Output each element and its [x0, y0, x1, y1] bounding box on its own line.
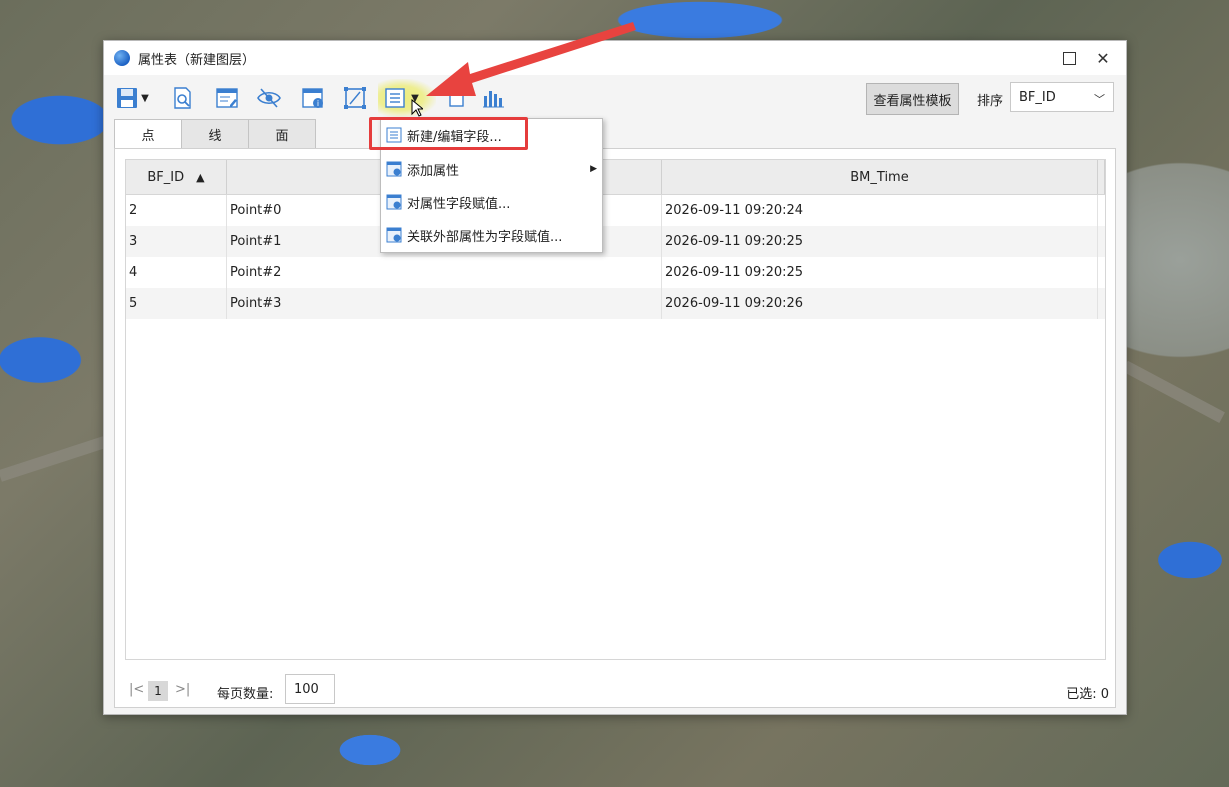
select-box-icon — [344, 87, 366, 109]
save-icon — [117, 88, 137, 108]
select-box-button[interactable] — [342, 85, 368, 111]
per-page-label: 每页数量: — [217, 687, 274, 702]
hide-field-button[interactable] — [256, 85, 282, 111]
cell-bm-time[interactable]: 2026-09-11 09:20:25 — [662, 226, 1098, 257]
table-row[interactable]: 4 Point#2 2026-09-11 09:20:25 — [126, 257, 1105, 288]
cell-bf-id[interactable]: 3 — [126, 226, 227, 257]
mouse-cursor-icon — [410, 99, 424, 117]
cell-bm-time[interactable]: 2026-09-11 09:20:25 — [662, 257, 1098, 288]
selected-count: 已选: 0 — [1066, 687, 1109, 702]
sort-field-value: BF_ID — [1019, 89, 1056, 105]
maximize-icon — [1062, 51, 1076, 65]
tab-line[interactable]: 线 — [181, 119, 249, 148]
column-header-label: BM_Time — [850, 169, 909, 185]
menu-item-join-external-attribute[interactable]: 关联外部属性为字段赋值... — [381, 221, 602, 249]
view-attribute-template-button[interactable]: 查看属性模板 — [866, 83, 959, 115]
tab-point[interactable]: 点 — [114, 119, 182, 149]
annotation-highlight-box — [369, 117, 528, 150]
table-row[interactable]: 5 Point#3 2026-09-11 09:20:26 — [126, 288, 1105, 319]
submenu-arrow-icon: ▶ — [590, 164, 597, 174]
last-page-button[interactable]: >| — [175, 682, 190, 697]
column-header-bf-id[interactable]: BF_ID ▲ — [126, 160, 227, 194]
cell-name[interactable]: Point#2 — [227, 257, 662, 288]
hide-eye-icon — [257, 88, 281, 108]
save-button[interactable] — [114, 85, 140, 111]
window-title: 属性表（新建图层） — [138, 52, 256, 68]
menu-item-label: 对属性字段赋值... — [407, 196, 511, 212]
edit-form-button[interactable] — [214, 85, 240, 111]
toolbar: ▼ i ▼ 查看属性模板 排序 BF_ID ﹀ — [104, 79, 1126, 117]
chevron-down-icon: ﹀ — [1094, 93, 1105, 106]
current-page-number[interactable]: 1 — [148, 681, 168, 701]
sort-label: 排序 — [977, 94, 1004, 109]
menu-item-label: 添加属性 — [407, 163, 460, 179]
field-info-button[interactable]: i — [300, 85, 326, 111]
chart-icon — [483, 91, 504, 108]
join-attribute-icon — [386, 227, 402, 243]
title-bar[interactable]: 属性表（新建图层） ✕ — [104, 41, 1126, 75]
cell-bf-id[interactable]: 5 — [126, 288, 227, 319]
close-button[interactable]: ✕ — [1086, 41, 1120, 75]
query-icon — [174, 87, 191, 109]
column-header-label: BF_ID — [147, 169, 185, 185]
attribute-table-window: 属性表（新建图层） ✕ ▼ i ▼ 查看属性模板 排序 BF_ID ﹀ 点 线 … — [103, 40, 1127, 715]
per-page-input[interactable]: 100 — [285, 674, 335, 704]
table-header: BF_ID ▲ BM_Time — [126, 160, 1105, 195]
maximize-button[interactable] — [1052, 41, 1086, 75]
table-row[interactable]: 3 Point#1 2026-09-11 09:20:25 — [126, 226, 1105, 257]
field-info-icon: i — [302, 88, 323, 108]
table-body: 2 Point#0 2026-09-11 09:20:24 3 Point#1 … — [126, 195, 1105, 319]
cell-bf-id[interactable]: 4 — [126, 257, 227, 288]
first-page-button[interactable]: |< — [129, 682, 144, 697]
pagination-bar: |< 1 >| 每页数量: 100 已选: 0 — [115, 674, 1115, 706]
table-row[interactable]: 2 Point#0 2026-09-11 09:20:24 — [126, 195, 1105, 226]
table-panel: BF_ID ▲ BM_Time 2 Point#0 2026-09-11 09:… — [114, 148, 1116, 708]
field-edit-button[interactable] — [382, 85, 408, 111]
menu-item-add-attribute[interactable]: 添加属性 ▶ — [381, 155, 602, 183]
statistics-chart-button[interactable] — [480, 85, 506, 111]
close-icon: ✕ — [1096, 48, 1110, 68]
save-dropdown-button[interactable]: ▼ — [138, 85, 152, 111]
cell-name[interactable]: Point#3 — [227, 288, 662, 319]
tab-polygon[interactable]: 面 — [248, 119, 316, 148]
column-header-bm-time[interactable]: BM_Time — [662, 160, 1098, 194]
menu-item-label: 关联外部属性为字段赋值... — [407, 229, 563, 245]
assign-value-icon — [386, 194, 402, 210]
sort-field-select[interactable]: BF_ID ﹀ — [1010, 82, 1114, 112]
sort-ascending-icon: ▲ — [196, 170, 205, 184]
svg-text:i: i — [317, 99, 319, 108]
window-controls: ✕ — [1052, 41, 1120, 75]
table-copy-button[interactable] — [440, 85, 466, 111]
geometry-tabs: 点 线 面 — [114, 119, 316, 149]
app-globe-icon — [114, 50, 130, 66]
attribute-grid: BF_ID ▲ BM_Time 2 Point#0 2026-09-11 09:… — [125, 159, 1106, 660]
cell-bm-time[interactable]: 2026-09-11 09:20:24 — [662, 195, 1098, 226]
header-filler — [1098, 160, 1105, 194]
add-attribute-icon — [386, 161, 402, 177]
menu-item-assign-field-value[interactable]: 对属性字段赋值... — [381, 188, 602, 216]
cell-bm-time[interactable]: 2026-09-11 09:20:26 — [662, 288, 1098, 319]
dropdown-arrow-icon: ▼ — [141, 92, 149, 104]
query-button[interactable] — [170, 85, 196, 111]
field-edit-icon — [385, 88, 405, 108]
table-copy-icon — [449, 91, 464, 107]
cell-bf-id[interactable]: 2 — [126, 195, 227, 226]
edit-form-icon — [216, 88, 238, 108]
